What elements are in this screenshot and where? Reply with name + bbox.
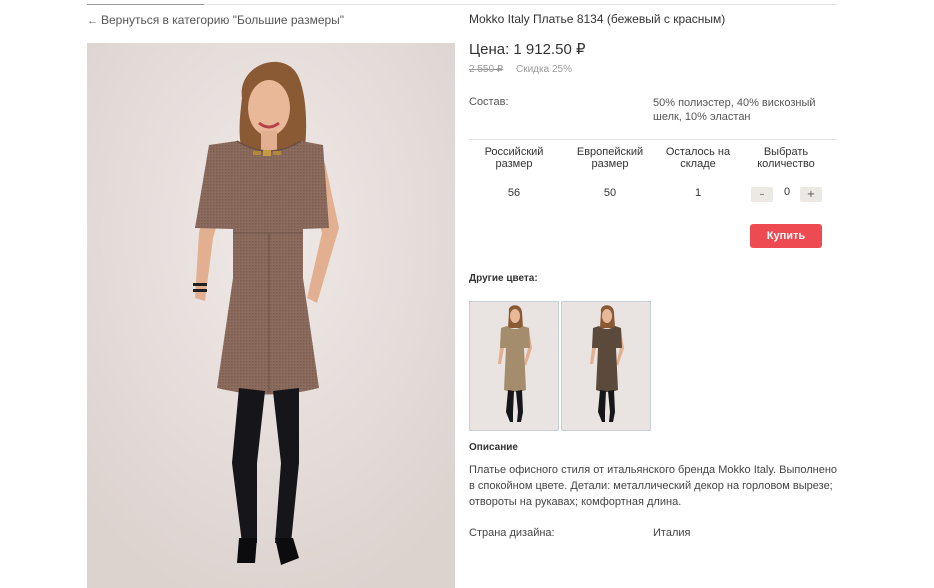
design-country-value: Италия [653,527,691,539]
other-color-thumbnail-beige[interactable] [469,301,559,431]
other-color-thumbnail-dark-brown[interactable] [561,301,651,431]
quantity-increase-button[interactable]: + [800,187,822,202]
cell-european-size: 50 [603,187,617,199]
design-country-label: Страна дизайна: [469,527,555,539]
description-heading: Описание [469,442,518,453]
top-divider-accent [87,4,204,5]
header-choose-quantity: Выбрать количество [757,146,815,170]
composition-label: Состав: [469,96,509,108]
header-russian-size: Российский размер [484,146,544,170]
header-european-size: Европейский размер [576,146,644,170]
discount-badge: Скидка 25% [516,64,572,75]
back-to-category-link[interactable]: ← Вернуться в категорию "Большие размеры" [87,13,344,27]
buy-button[interactable]: Купить [750,224,822,248]
old-price: 2 550 ₽ [469,64,504,75]
quantity-value: 0 [783,186,791,198]
quantity-decrease-button[interactable]: – [751,187,773,202]
composition-value: 50% полиэстер, 40% вискозный шелк, 10% э… [653,97,816,123]
cell-stock: 1 [694,187,702,199]
woman-in-dress-illustration [87,43,455,588]
other-colors-heading: Другие цвета: [469,273,538,284]
description-text: Платье офисного стиля от итальянского бр… [469,464,838,508]
size-table-divider [469,139,837,140]
cell-russian-size: 56 [507,187,521,199]
header-stock: Осталось на складе [665,146,731,170]
back-link-label: Вернуться в категорию "Большие размеры" [101,13,345,27]
product-price: Цена: 1 912.50 ₽ [469,41,586,58]
product-title: Mokko Italy Платье 8134 (бежевый с красн… [469,12,726,26]
main-product-image[interactable] [87,43,455,588]
arrow-left-icon: ← [87,15,98,27]
